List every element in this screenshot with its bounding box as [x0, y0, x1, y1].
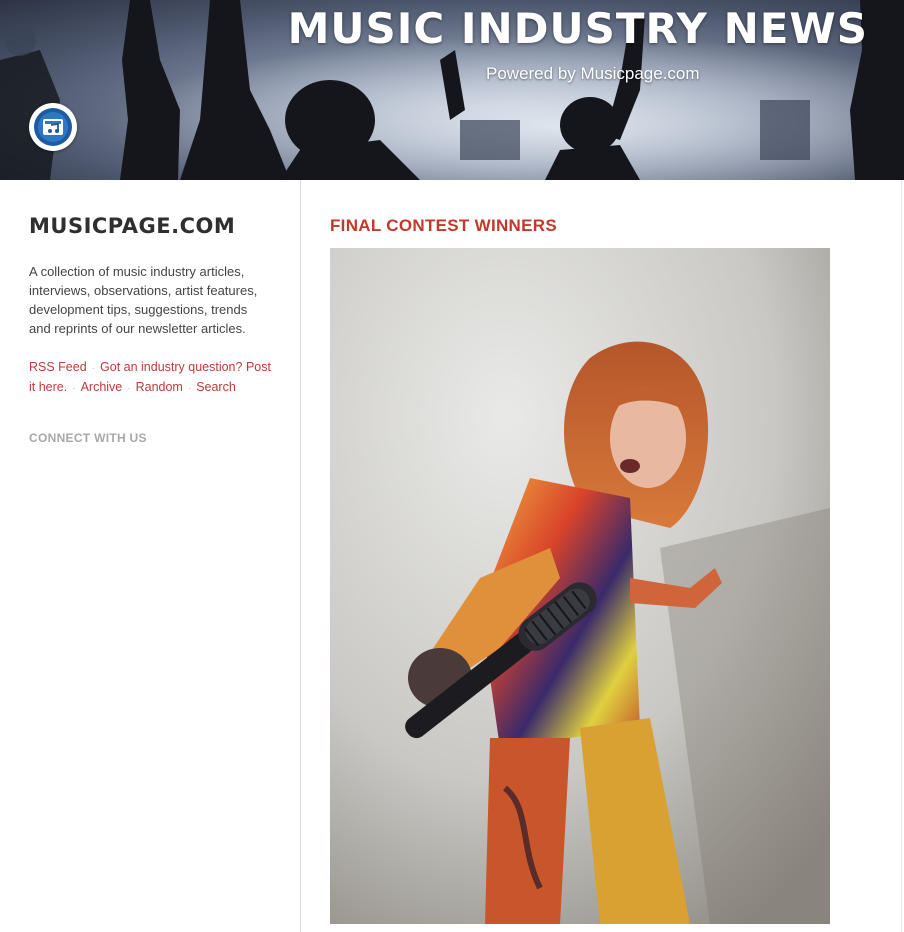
post-photo[interactable]	[330, 248, 830, 924]
link-separator: ·	[127, 383, 131, 394]
search-link[interactable]: Search	[196, 380, 236, 394]
archive-link[interactable]: Archive	[81, 380, 123, 394]
post-title[interactable]: FINAL CONTEST WINNERS	[330, 216, 557, 236]
link-separator: ·	[187, 383, 192, 394]
link-separator: ·	[72, 383, 76, 394]
musicpage-logo-icon[interactable]	[29, 103, 77, 151]
connect-heading: CONNECT WITH US	[29, 431, 147, 445]
site-title[interactable]: MUSIC INDUSTRY NEWS	[288, 4, 868, 53]
column-divider	[300, 180, 301, 932]
random-link[interactable]: Random	[136, 380, 183, 394]
sidebar-links: RSS Feed · Got an industry question? Post …	[29, 358, 274, 398]
sidebar-description: A collection of music industry articles,…	[29, 264, 258, 336]
link-separator: ·	[91, 363, 96, 374]
site-subtitle: Powered by Musicpage.com	[486, 64, 700, 83]
music-note-logo-icon	[34, 108, 72, 146]
singer-with-microphone-photo	[330, 248, 830, 924]
sidebar-title[interactable]: MUSICPAGE.COM	[29, 214, 235, 238]
rss-feed-link[interactable]: RSS Feed	[29, 360, 87, 374]
header-banner: MUSIC INDUSTRY NEWS Powered by Musicpage…	[0, 0, 904, 180]
page-edge	[901, 180, 902, 932]
